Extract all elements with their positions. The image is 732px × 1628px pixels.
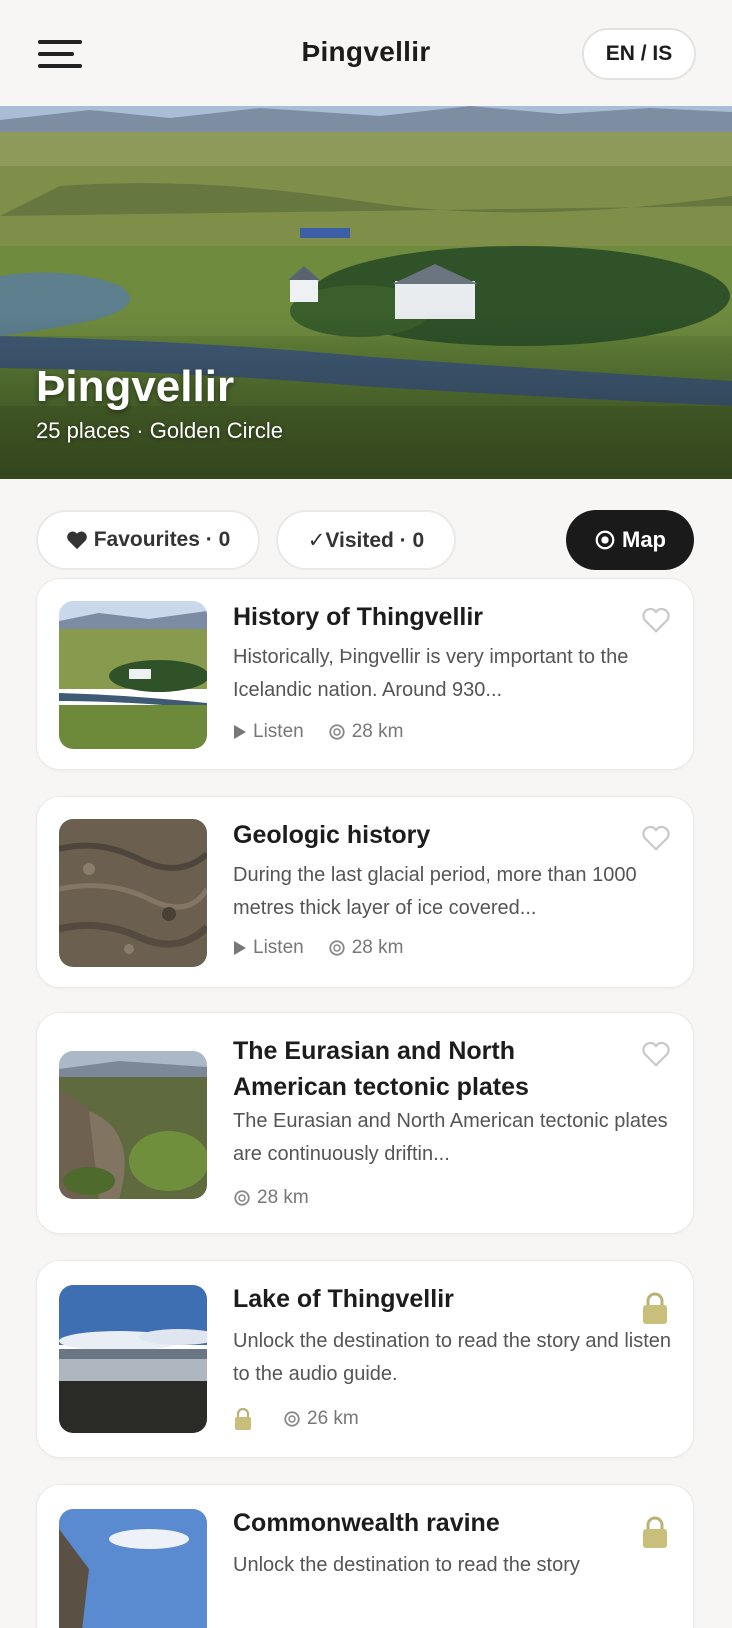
place-thumbnail bbox=[59, 601, 207, 749]
top-bar: Þingvellir EN / IS bbox=[0, 0, 732, 106]
locked-indicator bbox=[233, 1407, 259, 1431]
location-icon bbox=[329, 940, 345, 956]
lock-icon bbox=[643, 1516, 667, 1548]
place-card-locked[interactable]: Commonwealth ravine Unlock the destinati… bbox=[36, 1484, 694, 1628]
heart-outline-icon[interactable] bbox=[641, 823, 671, 853]
place-description: Historically, Þingvellir is very importa… bbox=[233, 646, 629, 701]
place-thumbnail bbox=[59, 1285, 207, 1433]
map-pin-icon bbox=[595, 530, 615, 550]
play-icon bbox=[234, 725, 246, 739]
place-card[interactable]: History of Thingvellir Historically, Þin… bbox=[36, 578, 694, 770]
hero-title: Þingvellir bbox=[36, 362, 235, 411]
place-meta: 28 km bbox=[233, 1187, 333, 1209]
location-icon bbox=[284, 1411, 300, 1427]
place-card[interactable]: Geologic history During the last glacial… bbox=[36, 796, 694, 988]
place-title: History of Thingvellir bbox=[233, 603, 484, 631]
distance: 28 km bbox=[233, 1187, 309, 1209]
location-icon bbox=[234, 1190, 250, 1206]
distance-label: 28 km bbox=[351, 721, 404, 742]
place-thumbnail bbox=[59, 1051, 207, 1199]
app-screen: Þingvellir EN / IS Þingvellir 25 places … bbox=[0, 0, 732, 1628]
distance: 28 km bbox=[328, 721, 404, 743]
place-title: The Eurasian and North American tectonic… bbox=[233, 1037, 529, 1101]
favourites-filter-label: Favourites · 0 bbox=[93, 528, 231, 551]
map-button-label: Map bbox=[622, 527, 666, 552]
listen-button[interactable]: Listen bbox=[233, 721, 304, 743]
place-title: Geologic history bbox=[233, 821, 431, 849]
distance-label: 26 km bbox=[307, 1408, 359, 1429]
distance-label: 28 km bbox=[257, 1187, 309, 1208]
place-meta: Listen 28 km bbox=[233, 721, 427, 743]
location-icon bbox=[329, 724, 345, 740]
lock-icon bbox=[643, 1292, 667, 1324]
place-title: Commonwealth ravine bbox=[233, 1509, 500, 1537]
hero-banner: Þingvellir 25 places · Golden Circle bbox=[0, 106, 732, 479]
place-thumbnail bbox=[59, 1509, 207, 1628]
distance: 28 km bbox=[328, 937, 404, 959]
heart-outline-icon[interactable] bbox=[641, 1039, 671, 1069]
lock-icon bbox=[235, 1407, 251, 1430]
visited-filter-button[interactable]: ✓Visited · 0 bbox=[276, 510, 456, 570]
distance: 26 km bbox=[283, 1408, 359, 1430]
visited-filter-label: ✓Visited · 0 bbox=[307, 528, 425, 552]
place-card[interactable]: The Eurasian and North American tectonic… bbox=[36, 1012, 694, 1234]
map-button[interactable]: Map bbox=[566, 510, 694, 570]
favourites-filter-button[interactable]: Favourites · 0 bbox=[36, 510, 260, 570]
place-meta: Listen 28 km bbox=[233, 937, 427, 959]
distance-label: 28 km bbox=[351, 937, 404, 958]
listen-button[interactable]: Listen bbox=[233, 937, 304, 959]
language-toggle-button[interactable]: EN / IS bbox=[582, 28, 696, 80]
place-description: During the last glacial period, more tha… bbox=[233, 864, 637, 919]
place-thumbnail bbox=[59, 819, 207, 967]
heart-outline-icon[interactable] bbox=[641, 605, 671, 635]
listen-label: Listen bbox=[253, 937, 304, 958]
place-description: Unlock the destination to read the story… bbox=[233, 1330, 672, 1385]
listen-label: Listen bbox=[253, 721, 304, 742]
place-card-locked[interactable]: Lake of Thingvellir Unlock the destinati… bbox=[36, 1260, 694, 1458]
place-description: Unlock the destination to read the story bbox=[233, 1554, 580, 1576]
hero-subtitle: 25 places · Golden Circle bbox=[36, 418, 284, 443]
place-meta: 26 km bbox=[233, 1407, 383, 1431]
place-description: The Eurasian and North American tectonic… bbox=[233, 1110, 668, 1165]
play-icon bbox=[234, 941, 246, 955]
place-title: Lake of Thingvellir bbox=[233, 1285, 454, 1313]
heart-icon bbox=[66, 531, 87, 550]
